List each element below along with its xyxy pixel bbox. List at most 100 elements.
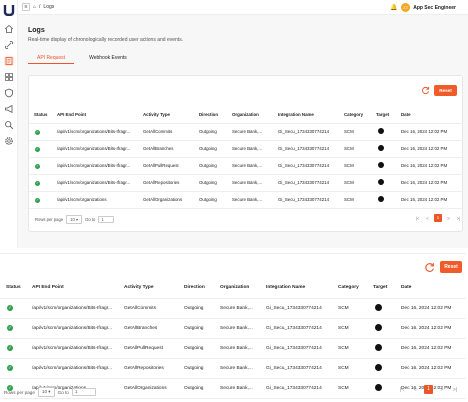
- column-header: Organization: [232, 111, 259, 117]
- github-icon[interactable]: [375, 303, 382, 311]
- app-window: ≡ ⌂ / Logs 🔔 ZT App Sec Engineer Logs Re…: [0, 0, 468, 402]
- sidebar-toggle-icon[interactable]: ≡: [22, 3, 30, 11]
- first-page-button[interactable]: |<: [414, 216, 421, 221]
- next-page-button[interactable]: >: [445, 216, 452, 221]
- table-row[interactable]: ✓ /api/v1/scm/organizations GetAllOrganiza…: [29, 191, 464, 208]
- refresh-icon[interactable]: [421, 86, 430, 95]
- target-cell: [371, 338, 399, 358]
- github-icon[interactable]: [378, 128, 384, 134]
- github-icon[interactable]: [375, 363, 382, 371]
- column-header: Category: [344, 111, 364, 117]
- logs-table: Status API End Point Activity Type Directio…: [0, 278, 466, 399]
- activity-cell: GetAllRepositories: [124, 365, 164, 371]
- org-cell: Secure Bank,...: [232, 129, 263, 134]
- table-row[interactable]: ✓ /api/v1/scm/organizations/Bits-Ifragr..…: [0, 338, 466, 358]
- table-row[interactable]: ✓ /api/v1/scm/organizations/Bits-Ifragr..…: [0, 318, 466, 338]
- category-cell: SCM: [344, 163, 354, 168]
- link-icon[interactable]: [4, 40, 14, 50]
- table-row[interactable]: ✓ /api/v1/scm/organizations/Bits-Ifragr..…: [29, 140, 464, 157]
- prev-page-button[interactable]: <: [411, 387, 419, 393]
- last-page-button[interactable]: >|: [455, 216, 462, 221]
- settings-icon[interactable]: [4, 136, 14, 146]
- date-cell: Dec 16, 2024 12:02 PM: [401, 163, 448, 168]
- column-header: Category: [338, 285, 359, 291]
- user-menu[interactable]: 🔔 ZT App Sec Engineer: [390, 3, 456, 12]
- endpoint-cell: /api/v1/scm/organizations/Bits-Ifragr...: [57, 146, 131, 151]
- shield-icon[interactable]: [4, 88, 14, 98]
- date-cell: Dec 16, 2024 12:02 PM: [401, 365, 452, 371]
- breadcrumb-separator: /: [39, 4, 41, 10]
- status-cell: ✓: [29, 157, 55, 174]
- page-1-button[interactable]: 1: [434, 214, 442, 222]
- tab-webhook-events[interactable]: Webhook Events: [80, 52, 136, 64]
- table-row[interactable]: ✓ /api/v1/scm/organizations/Bits-Ifragr..…: [0, 358, 466, 378]
- date-cell: Dec 16, 2024 12:02 PM: [401, 345, 452, 351]
- activity-cell: GetAllCommits: [124, 305, 156, 311]
- rows-per-page-value: 10: [70, 217, 75, 222]
- page-subtitle: Real-time display of chronologically rec…: [28, 37, 184, 43]
- table-row[interactable]: ✓ /api/v1/scm/organizations/Bits-Ifragr..…: [29, 123, 464, 140]
- goto-input[interactable]: 1: [98, 216, 115, 223]
- goto-input[interactable]: 1: [71, 388, 96, 396]
- date-cell: Dec 16, 2024 12:02 PM: [401, 197, 448, 202]
- status-cell: ✓: [29, 140, 55, 157]
- direction-cell: Outgoing: [199, 129, 217, 134]
- status-cell: ✓: [0, 298, 30, 318]
- table-row[interactable]: ✓ /api/v1/scm/organizations/Bits-Ifragr..…: [29, 174, 464, 191]
- category-cell: SCM: [338, 305, 349, 311]
- integration-cell: Gi_Secu_1734330774214: [278, 129, 330, 134]
- table-row[interactable]: ✓ /api/v1/scm/organizations/Bits-Ifragr..…: [29, 157, 464, 174]
- github-icon[interactable]: [378, 179, 384, 185]
- breadcrumb-home-icon[interactable]: ⌂: [33, 4, 36, 10]
- category-cell: SCM: [344, 197, 354, 202]
- column-header: Direction: [199, 111, 219, 117]
- last-page-button[interactable]: >|: [451, 387, 459, 393]
- reset-button[interactable]: Reset: [440, 261, 462, 273]
- reset-button[interactable]: Reset: [434, 85, 457, 96]
- github-icon[interactable]: [375, 323, 382, 331]
- rows-per-page-label: Rows per page: [35, 217, 64, 222]
- search-icon[interactable]: [4, 120, 14, 130]
- github-icon[interactable]: [375, 343, 382, 351]
- user-name[interactable]: App Sec Engineer: [413, 5, 456, 11]
- refresh-icon[interactable]: [424, 262, 435, 273]
- rows-per-page-value: 10: [41, 389, 48, 394]
- megaphone-icon[interactable]: [4, 104, 14, 114]
- org-cell: Secure Bank,...: [232, 180, 263, 185]
- date-cell: Dec 16, 2024 12:02 PM: [401, 180, 448, 185]
- rows-per-page-select[interactable]: 10 ▾: [66, 215, 83, 224]
- activity-cell: GetAllOrganizations: [143, 197, 183, 202]
- github-icon[interactable]: [375, 383, 382, 391]
- github-icon[interactable]: [378, 145, 384, 151]
- home-icon[interactable]: [4, 24, 14, 34]
- table-row[interactable]: ✓ /api/v1/scm/organizations/Bits-Ifragr..…: [0, 298, 466, 318]
- avatar[interactable]: ZT: [401, 3, 411, 12]
- section-divider: [0, 248, 468, 252]
- status-cell: ✓: [0, 358, 30, 378]
- endpoint-cell: /api/v1/scm/organizations/Bits-Ifragr...: [32, 305, 112, 311]
- endpoint-cell: /api/v1/scm/organizations: [57, 197, 107, 202]
- date-cell: Dec 16, 2024 12:02 PM: [401, 146, 448, 151]
- org-cell: Secure Bank,...: [220, 325, 253, 331]
- org-cell: Secure Bank,...: [220, 385, 253, 391]
- date-cell: Dec 16, 2024 12:02 PM: [401, 129, 448, 134]
- next-page-button[interactable]: >: [438, 387, 446, 393]
- rows-per-page-select[interactable]: 10 ▾: [37, 387, 55, 397]
- table-header-row: Status API End Point Activity Type Directio…: [29, 106, 464, 123]
- bell-icon[interactable]: 🔔: [390, 4, 398, 12]
- org-cell: Secure Bank,...: [220, 305, 253, 311]
- prev-page-button[interactable]: <: [424, 216, 431, 221]
- logs-card-zoomed: Reset Status API End Point Activity Type Di…: [0, 253, 466, 402]
- first-page-button[interactable]: |<: [398, 387, 406, 393]
- tab-api-request[interactable]: API Request: [28, 52, 75, 64]
- direction-cell: Outgoing: [184, 305, 204, 311]
- rows-per-page-label: Rows per page: [4, 389, 35, 395]
- page-1-button[interactable]: 1: [424, 385, 433, 394]
- endpoint-cell: /api/v1/scm/organizations/Bits-Ifragr...: [57, 129, 131, 134]
- rows-per-page: Rows per page 10 ▾ Go to 1: [4, 387, 96, 397]
- column-header: Activity Type: [124, 285, 154, 291]
- logs-icon[interactable]: [4, 56, 14, 66]
- grid-icon[interactable]: [4, 72, 14, 82]
- github-icon[interactable]: [378, 196, 384, 202]
- github-icon[interactable]: [378, 162, 384, 168]
